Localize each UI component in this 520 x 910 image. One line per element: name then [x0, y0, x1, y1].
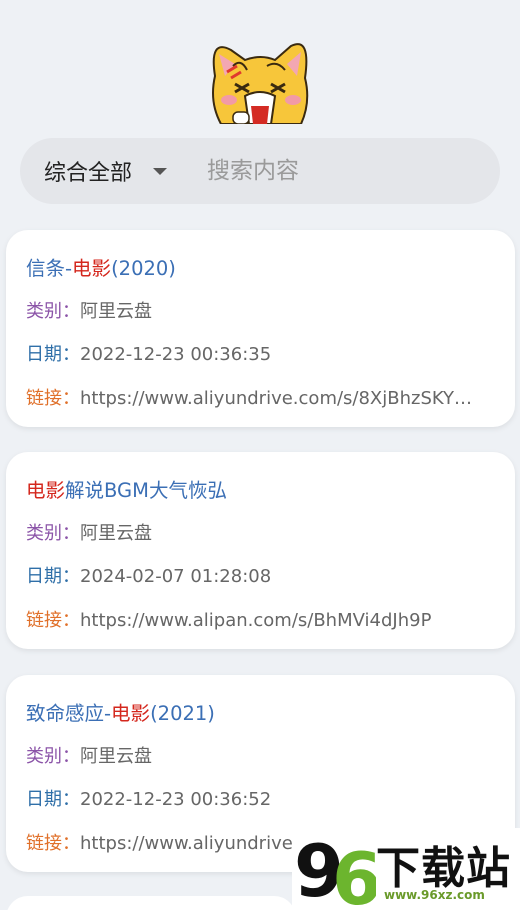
title-highlight: 电影: [72, 257, 112, 280]
date-row: 日期：2022-12-23 00:36:35: [26, 340, 495, 366]
date-value: 2022-12-23 00:36:35: [80, 344, 272, 365]
link-label: 链接：: [26, 388, 80, 409]
title-text: (2020): [111, 257, 176, 280]
result-card-partial: [6, 896, 296, 910]
title-text: 致命感应-: [26, 702, 112, 725]
type-row: 类别：阿里云盘: [26, 297, 495, 323]
result-title[interactable]: 电影解说BGM大气恢弘: [26, 474, 227, 503]
chevron-down-icon: [153, 167, 167, 175]
result-card[interactable]: 电影解说BGM大气恢弘 类别：阿里云盘 日期：2024-02-07 01:28:…: [6, 452, 515, 649]
link-row[interactable]: 链接：https://www.aliyundrive.com/s/8XjBhzS…: [26, 384, 495, 410]
type-value: 阿里云盘: [80, 746, 152, 767]
watermark-logo: 9 6 下载站 www.96xz.com: [292, 828, 520, 910]
title-text: 信条-: [26, 257, 73, 280]
watermark-text: 下载站: [376, 843, 511, 894]
title-highlight: 电影: [111, 702, 151, 725]
type-row: 类别：阿里云盘: [26, 742, 495, 768]
result-title[interactable]: 信条-电影(2020): [26, 252, 176, 281]
search-input[interactable]: [181, 138, 500, 204]
watermark-digits-image: 9 6: [294, 830, 376, 908]
date-row: 日期：2022-12-23 00:36:52: [26, 785, 495, 811]
link-label: 链接：: [26, 610, 80, 631]
type-label: 类别：: [26, 523, 80, 544]
title-text: (2021): [150, 702, 215, 725]
type-label: 类别：: [26, 301, 80, 322]
link-label: 链接：: [26, 833, 80, 854]
date-label: 日期：: [26, 344, 80, 365]
category-label: 综合全部: [44, 161, 133, 186]
date-row: 日期：2024-02-07 01:28:08: [26, 562, 495, 588]
title-highlight: 电影: [26, 479, 66, 502]
search-bar: 综合全部: [20, 138, 500, 204]
category-dropdown[interactable]: 综合全部: [20, 155, 181, 187]
type-row: 类别：阿里云盘: [26, 519, 495, 545]
link-value[interactable]: https://www.aliyundrive: [80, 833, 293, 854]
link-row[interactable]: 链接：https://www.alipan.com/s/BhMVi4dJh9P: [26, 606, 495, 632]
date-label: 日期：: [26, 789, 80, 810]
type-label: 类别：: [26, 746, 80, 767]
date-value: 2022-12-23 00:36:52: [80, 789, 272, 810]
link-value[interactable]: https://www.aliyundrive.com/s/8XjBhzSKY…: [80, 388, 472, 409]
date-label: 日期：: [26, 566, 80, 587]
title-text: 解说BGM大气恢弘: [65, 479, 227, 502]
svg-text:6: 6: [332, 837, 376, 908]
link-value[interactable]: https://www.alipan.com/s/BhMVi4dJh9P: [80, 610, 431, 631]
result-card[interactable]: 信条-电影(2020) 类别：阿里云盘 日期：2022-12-23 00:36:…: [6, 230, 515, 427]
type-value: 阿里云盘: [80, 523, 152, 544]
type-value: 阿里云盘: [80, 301, 152, 322]
mascot-cat-image: [212, 43, 309, 124]
result-title[interactable]: 致命感应-电影(2021): [26, 697, 215, 726]
date-value: 2024-02-07 01:28:08: [80, 566, 272, 587]
watermark-url: www.96xz.com: [384, 888, 485, 902]
